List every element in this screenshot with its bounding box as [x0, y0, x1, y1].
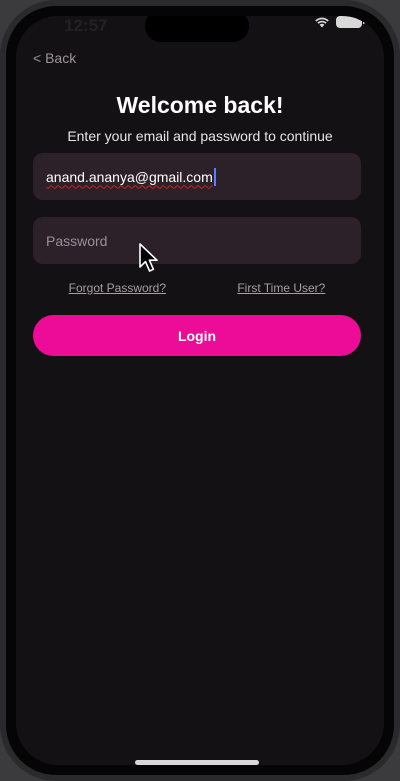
- back-button[interactable]: < Back: [33, 50, 76, 66]
- text-caret: [213, 167, 216, 186]
- battery-icon: [336, 16, 365, 28]
- page-title: Welcome back!: [116, 92, 284, 118]
- status-icons: [314, 16, 365, 28]
- home-indicator: [135, 760, 259, 765]
- password-field[interactable]: Password: [33, 217, 361, 264]
- app-screen: 12:57 < Back Welcome back! Enter your em…: [16, 16, 384, 765]
- mouse-pointer-icon: [139, 243, 159, 278]
- status-time: 12:57: [64, 16, 108, 35]
- wifi-icon: [314, 16, 330, 28]
- forgot-password-link[interactable]: Forgot Password?: [69, 281, 166, 295]
- first-time-user-link[interactable]: First Time User?: [237, 281, 325, 295]
- password-field-placeholder: Password: [46, 232, 108, 249]
- dynamic-island: [145, 16, 249, 42]
- email-field-value: anand.ananya@gmail.com: [46, 168, 213, 185]
- device-frame: 12:57 < Back Welcome back! Enter your em…: [0, 0, 400, 781]
- email-field[interactable]: anand.ananya@gmail.com: [33, 153, 361, 200]
- login-button[interactable]: Login: [33, 315, 361, 356]
- page-subtitle: Enter your email and password to continu…: [67, 128, 333, 144]
- device-bezel: 12:57 < Back Welcome back! Enter your em…: [6, 6, 394, 775]
- auth-links: Forgot Password? First Time User?: [33, 281, 361, 295]
